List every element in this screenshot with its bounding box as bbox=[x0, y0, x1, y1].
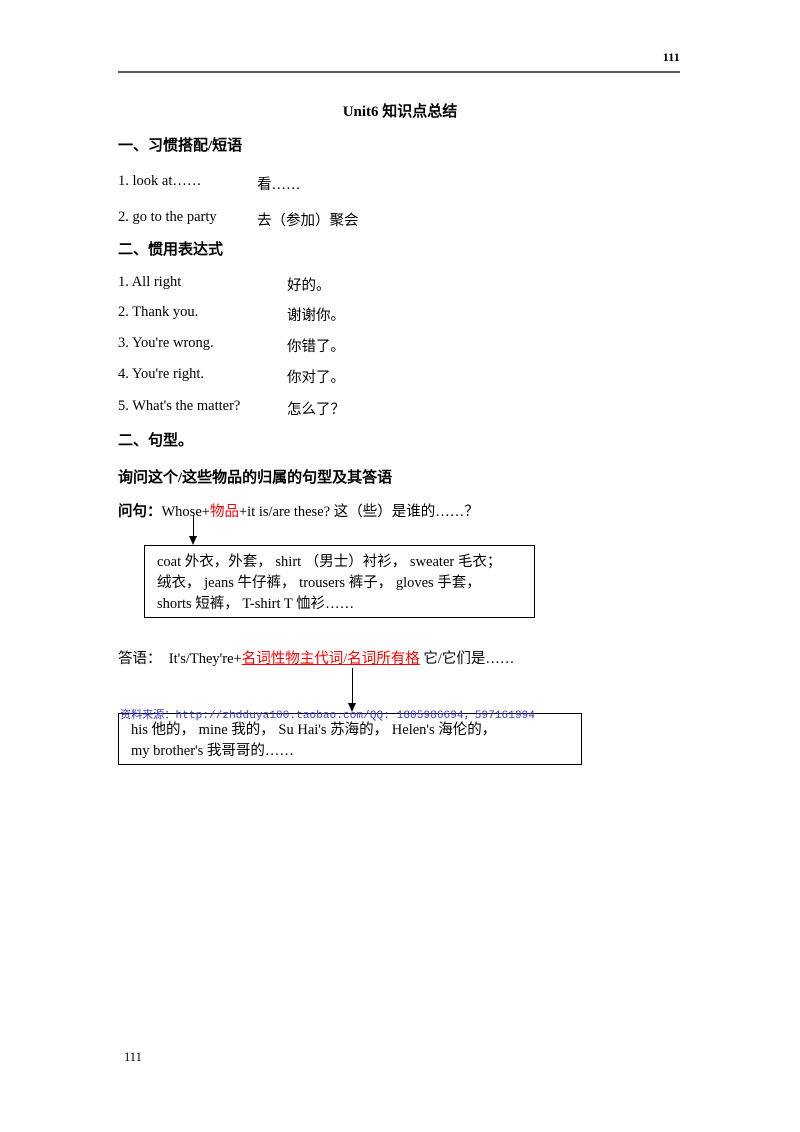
source-watermark: 资料来源：http://zhdduya100.taobao.com/QQ: 18… bbox=[120, 710, 536, 722]
section-2-heading: 二、惯用表达式 bbox=[118, 242, 224, 258]
section-2-item-4-chinese: 怎么了？ bbox=[287, 402, 345, 418]
page-title: Unit6 知识点总结 bbox=[342, 104, 458, 120]
section-3-subheading: 询问这个/这些物品的归属的句型及其答语 bbox=[118, 470, 393, 486]
possessive-line-1: my brother's 我哥哥的…… bbox=[131, 743, 294, 759]
section-2-item-3-chinese: 你对了。 bbox=[287, 370, 345, 386]
section-2-item-0-chinese: 好的。 bbox=[287, 278, 331, 294]
section-1-item-0-chinese: 看…… bbox=[257, 177, 301, 193]
clothing-items-line-0: coat 外衣，外套， shirt （男士）衬衫， sweater 毛衣； bbox=[157, 554, 502, 570]
clothing-items-line-1: 绒衣， jeans 牛仔裤， trousers 裤子， gloves 手套， bbox=[157, 575, 481, 591]
section-1-item-1-chinese: 去（参加）聚会 bbox=[257, 213, 359, 229]
answer-red-term: 名词性物主代词/名词所有格 bbox=[241, 651, 420, 667]
section-3-heading: 二、句型。 bbox=[118, 433, 194, 449]
question-red-term: 物品 bbox=[209, 504, 239, 520]
clothing-items-line-2: shorts 短裤， T-shirt T 恤衫…… bbox=[157, 596, 355, 612]
footer-page-number: 111 bbox=[124, 1050, 142, 1064]
connector-arrow-items bbox=[189, 515, 197, 545]
section-1-item-0-english: 1. look at…… bbox=[118, 173, 202, 189]
answer-pattern-line: 答语： It's/They're+名词性物主代词/名词所有格 它/它们是…… bbox=[118, 647, 514, 668]
question-pattern-line: 问句：Whose+物品+it is/are these? 这（些）是谁的……？ bbox=[118, 500, 479, 521]
question-label: 问句： bbox=[118, 504, 162, 520]
possessive-line-0: his 他的， mine 我的， Su Hai's 苏海的， Helen's 海… bbox=[131, 722, 497, 738]
section-1-item-1-english: 2. go to the party bbox=[118, 209, 217, 225]
section-1-heading: 一、习惯搭配/短语 bbox=[118, 138, 243, 154]
section-2-item-1-chinese: 谢谢你。 bbox=[287, 308, 345, 324]
question-before-red: Whose+ bbox=[161, 504, 210, 520]
answer-before-red: It's/They're+ bbox=[168, 651, 242, 667]
section-2-item-2-english: 3. You're wrong. bbox=[118, 335, 214, 351]
header-page-number: 111 bbox=[662, 50, 680, 64]
clothing-items-box: coat 外衣，外套， shirt （男士）衬衫， sweater 毛衣； 绒衣… bbox=[144, 545, 535, 618]
section-2-item-4-english: 5. What's the matter? bbox=[118, 398, 241, 414]
answer-after-red: 它/它们是…… bbox=[419, 651, 515, 667]
answer-label: 答语： bbox=[118, 651, 162, 667]
header-rule bbox=[118, 71, 680, 73]
connector-arrow-possessive bbox=[348, 668, 356, 712]
section-2-item-2-chinese: 你错了。 bbox=[287, 339, 345, 355]
section-2-item-0-english: 1. All right bbox=[118, 274, 182, 290]
section-2-item-1-english: 2. Thank you. bbox=[118, 304, 199, 320]
question-after-red: +it is/are these? 这（些）是谁的……？ bbox=[238, 504, 479, 520]
document-page: 111 Unit6 知识点总结 一、习惯搭配/短语 1. look at…… 看… bbox=[0, 0, 800, 1132]
section-2-item-3-english: 4. You're right. bbox=[118, 366, 204, 382]
